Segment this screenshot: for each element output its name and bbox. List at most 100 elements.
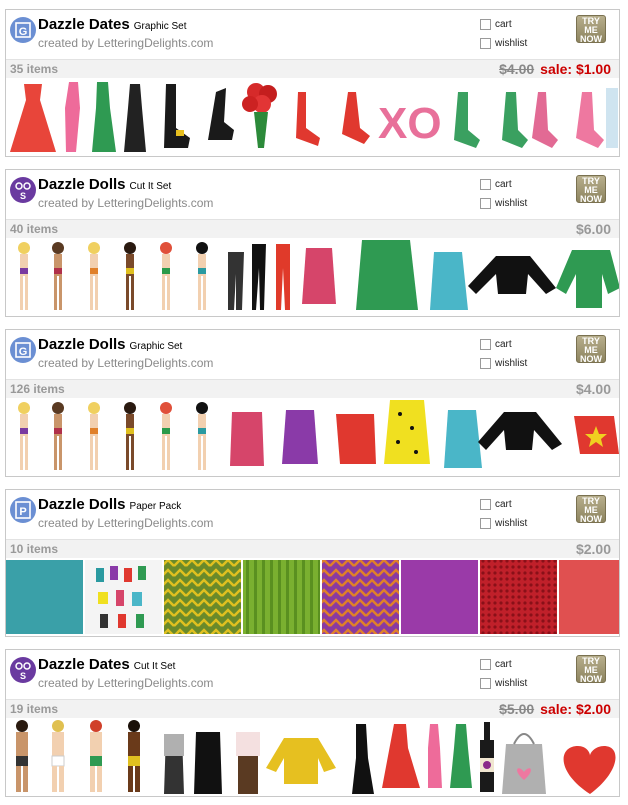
svg-text:S: S: [20, 671, 26, 681]
yellow-dress-graphic: [384, 400, 430, 464]
doll-graphic: [88, 402, 100, 470]
product-title[interactable]: Dazzle Dates: [38, 16, 130, 33]
cart-checkbox[interactable]: cart: [480, 179, 512, 190]
creator-link[interactable]: created by LetteringDelights.com: [38, 676, 213, 690]
cart-checkbox[interactable]: cart: [480, 339, 512, 350]
red-star-top-graphic: [574, 416, 619, 454]
product-title[interactable]: Dazzle Dolls: [38, 176, 126, 193]
gift-bag-graphic: [502, 733, 546, 794]
checkbox-box[interactable]: [480, 659, 491, 670]
checkbox-box[interactable]: [480, 518, 491, 529]
wishlist-checkbox[interactable]: wishlist: [480, 38, 527, 49]
product-title[interactable]: Dazzle Dolls: [38, 336, 126, 353]
xo-graphic: XO: [378, 99, 442, 148]
preview-strip[interactable]: [6, 718, 619, 796]
pink-tank-graphic: [230, 412, 264, 466]
wishlist-label: wishlist: [495, 198, 528, 209]
wishlist-checkbox[interactable]: wishlist: [480, 518, 527, 529]
cart-label: cart: [495, 19, 512, 30]
man-doll-graphic: [51, 720, 65, 792]
graphic-set-icon[interactable]: G: [9, 336, 37, 364]
try-me-now-button[interactable]: TRY ME NOW: [576, 495, 606, 524]
doll-graphic: [196, 402, 208, 470]
preview-strip[interactable]: [6, 558, 619, 636]
sale-price: sale: $2.00: [540, 701, 611, 717]
wishlist-checkbox[interactable]: wishlist: [480, 678, 527, 689]
wishlist-checkbox[interactable]: wishlist: [480, 358, 527, 369]
item-count: 10 items: [10, 542, 59, 556]
paper-teal-swatch: [6, 560, 83, 634]
product-title[interactable]: Dazzle Dolls: [38, 496, 126, 513]
product-kind: Graphic Set: [133, 21, 187, 32]
wishlist-checkbox[interactable]: wishlist: [480, 198, 527, 209]
try-me-now-button[interactable]: TRY ME NOW: [576, 175, 606, 204]
teal-tank-graphic: [444, 410, 482, 468]
svg-text:G: G: [19, 346, 28, 358]
cart-checkbox[interactable]: cart: [480, 659, 512, 670]
doll-graphic: [52, 242, 64, 310]
try-me-now-button[interactable]: TRY ME NOW: [576, 15, 606, 44]
wishlist-label: wishlist: [495, 358, 528, 369]
old-price: $4.00: [499, 61, 535, 77]
product-card: S Dazzle Dates Cut It Set created by Lett…: [5, 649, 620, 797]
paper-pack-icon[interactable]: P: [9, 496, 37, 524]
checkbox-box[interactable]: [480, 19, 491, 30]
old-price: $5.00: [499, 701, 535, 717]
black-suit-graphic: [194, 732, 222, 794]
item-count: 19 items: [10, 702, 59, 716]
pink-heel-graphic: [532, 92, 558, 148]
preview-strip[interactable]: [6, 398, 619, 476]
green-shirt-graphic: [556, 250, 619, 308]
price-bar: 126 items $4.00: [6, 379, 619, 398]
item-count: 40 items: [10, 222, 59, 236]
checkbox-box[interactable]: [480, 678, 491, 689]
checkbox-box[interactable]: [480, 198, 491, 209]
product-card: S Dazzle Dolls Cut It Set created by Lett…: [5, 169, 620, 317]
preview-strip[interactable]: [6, 238, 619, 316]
cart-label: cart: [495, 179, 512, 190]
black-shirt-graphic: [468, 256, 556, 294]
checkbox-box[interactable]: [480, 358, 491, 369]
pink-top-graphic: [302, 248, 336, 304]
checkbox-box[interactable]: [480, 38, 491, 49]
graphic-set-icon[interactable]: G: [9, 16, 37, 44]
man-doll-graphic: [128, 720, 140, 792]
cut-it-set-icon[interactable]: S: [9, 656, 37, 684]
creator-link[interactable]: created by LetteringDelights.com: [38, 516, 213, 530]
green-top-graphic: [356, 240, 418, 310]
paper-chevron-swatch: [164, 560, 241, 634]
cart-label: cart: [495, 339, 512, 350]
creator-link[interactable]: created by LetteringDelights.com: [38, 356, 213, 370]
checkbox-box[interactable]: [480, 339, 491, 350]
red-gown-graphic: [382, 724, 420, 788]
price: $5.00 sale: $2.00: [499, 701, 611, 717]
try-me-now-button[interactable]: TRY ME NOW: [576, 335, 606, 364]
product-kind: Cut It Set: [129, 181, 172, 192]
product-kind: Graphic Set: [129, 341, 183, 352]
price-bar: 40 items $6.00: [6, 219, 619, 238]
cart-checkbox[interactable]: cart: [480, 19, 512, 30]
green-dress-graphic: [450, 724, 472, 788]
creator-link[interactable]: created by LetteringDelights.com: [38, 36, 213, 50]
item-count: 126 items: [10, 382, 65, 396]
doll-graphic: [160, 402, 172, 470]
black-pants-graphic-2: [252, 244, 266, 310]
man-doll-graphic: [16, 720, 28, 792]
svg-text:G: G: [19, 26, 28, 38]
cart-checkbox[interactable]: cart: [480, 499, 512, 510]
price-bar: 19 items $5.00 sale: $2.00: [6, 699, 619, 718]
cut-it-set-icon[interactable]: S: [9, 176, 37, 204]
checkbox-box[interactable]: [480, 179, 491, 190]
pink-heel-graphic-2: [576, 92, 604, 148]
doll-graphic: [196, 242, 208, 310]
checkbox-box[interactable]: [480, 499, 491, 510]
green-shoe-graphic-2: [502, 92, 528, 148]
creator-link[interactable]: created by LetteringDelights.com: [38, 196, 213, 210]
paper-chevron-purple-swatch: [322, 560, 399, 634]
try-me-now-button[interactable]: TRY ME NOW: [576, 655, 606, 684]
preview-strip[interactable]: XO: [6, 78, 619, 156]
paper-coral-swatch: [559, 560, 619, 634]
price-bar: 10 items $2.00: [6, 539, 619, 558]
product-title[interactable]: Dazzle Dates: [38, 656, 130, 673]
pink-dress-graphic: [65, 82, 80, 152]
